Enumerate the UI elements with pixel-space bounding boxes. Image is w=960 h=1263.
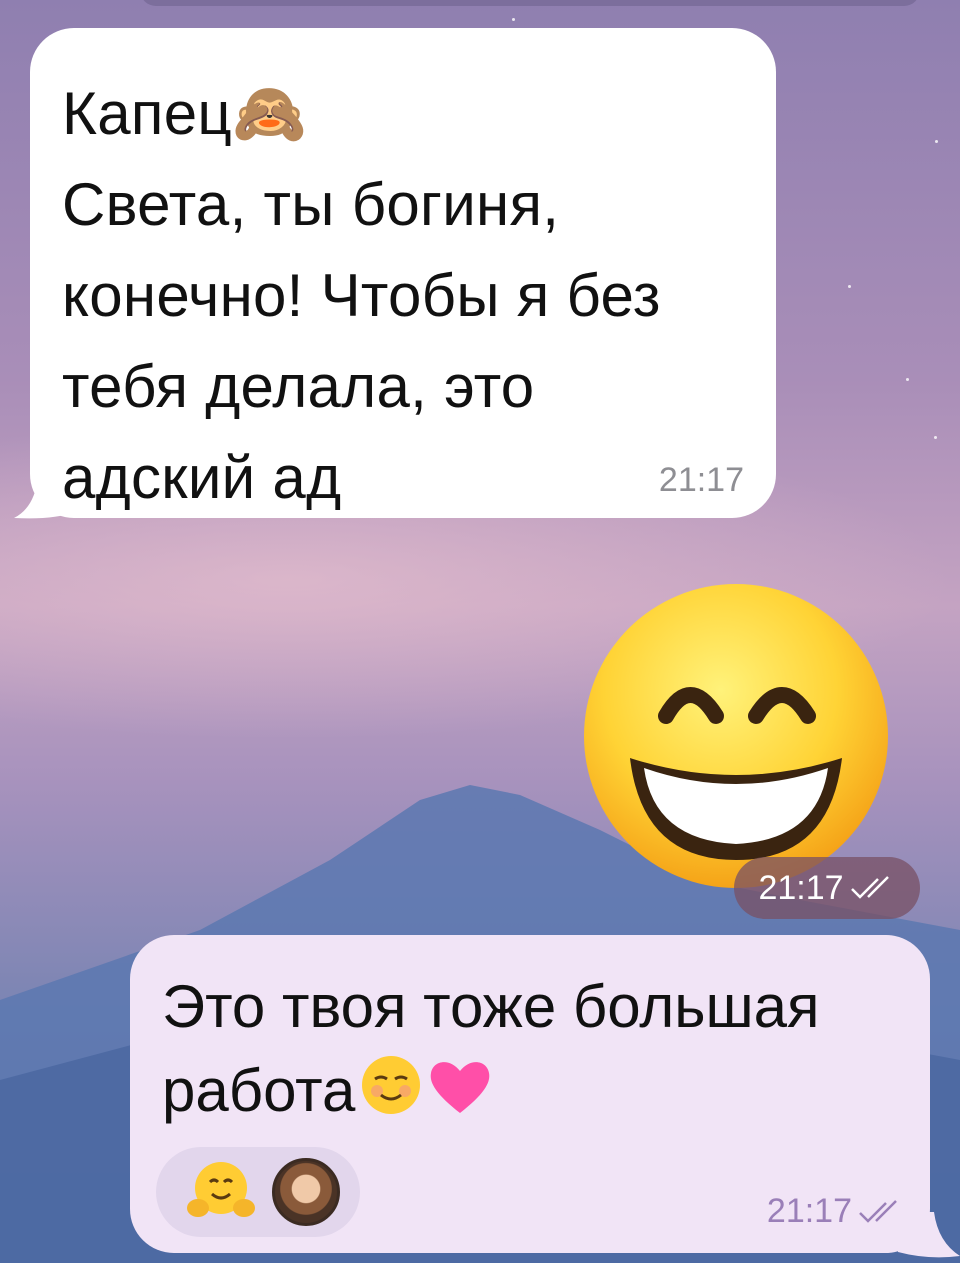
incoming-message-time: 21:17: [658, 461, 744, 499]
outgoing-message-time: 21:17: [766, 1192, 852, 1230]
double-check-icon: [850, 876, 889, 899]
star: [512, 18, 515, 21]
incoming-message-text: Капец🙈 Света, ты богиня, конечно! Чтобы …: [62, 80, 661, 511]
sticker-time: 21:17: [758, 868, 844, 907]
outgoing-message-status: 21:17: [767, 1192, 904, 1231]
grinning-face-icon[interactable]: [580, 578, 892, 898]
heart-icon: [427, 1055, 493, 1139]
smiling-face-icon: [359, 1053, 423, 1139]
outgoing-message-bubble[interactable]: Это твоя тоже большая работа 21:17: [130, 935, 930, 1253]
sticker-time-badge: 21:17: [734, 857, 920, 919]
star: [934, 436, 937, 439]
outgoing-message-text: Это твоя тоже большая работа: [162, 965, 890, 1139]
reactions-pill[interactable]: [156, 1147, 360, 1237]
previous-message-edge: [140, 0, 920, 6]
hugging-face-icon: [186, 1158, 256, 1227]
star: [848, 285, 851, 288]
double-check-icon: [859, 1199, 897, 1223]
star: [935, 140, 938, 143]
avatar[interactable]: [272, 1158, 340, 1226]
incoming-message-bubble[interactable]: Капец🙈 Света, ты богиня, конечно! Чтобы …: [30, 28, 776, 518]
star: [906, 378, 909, 381]
